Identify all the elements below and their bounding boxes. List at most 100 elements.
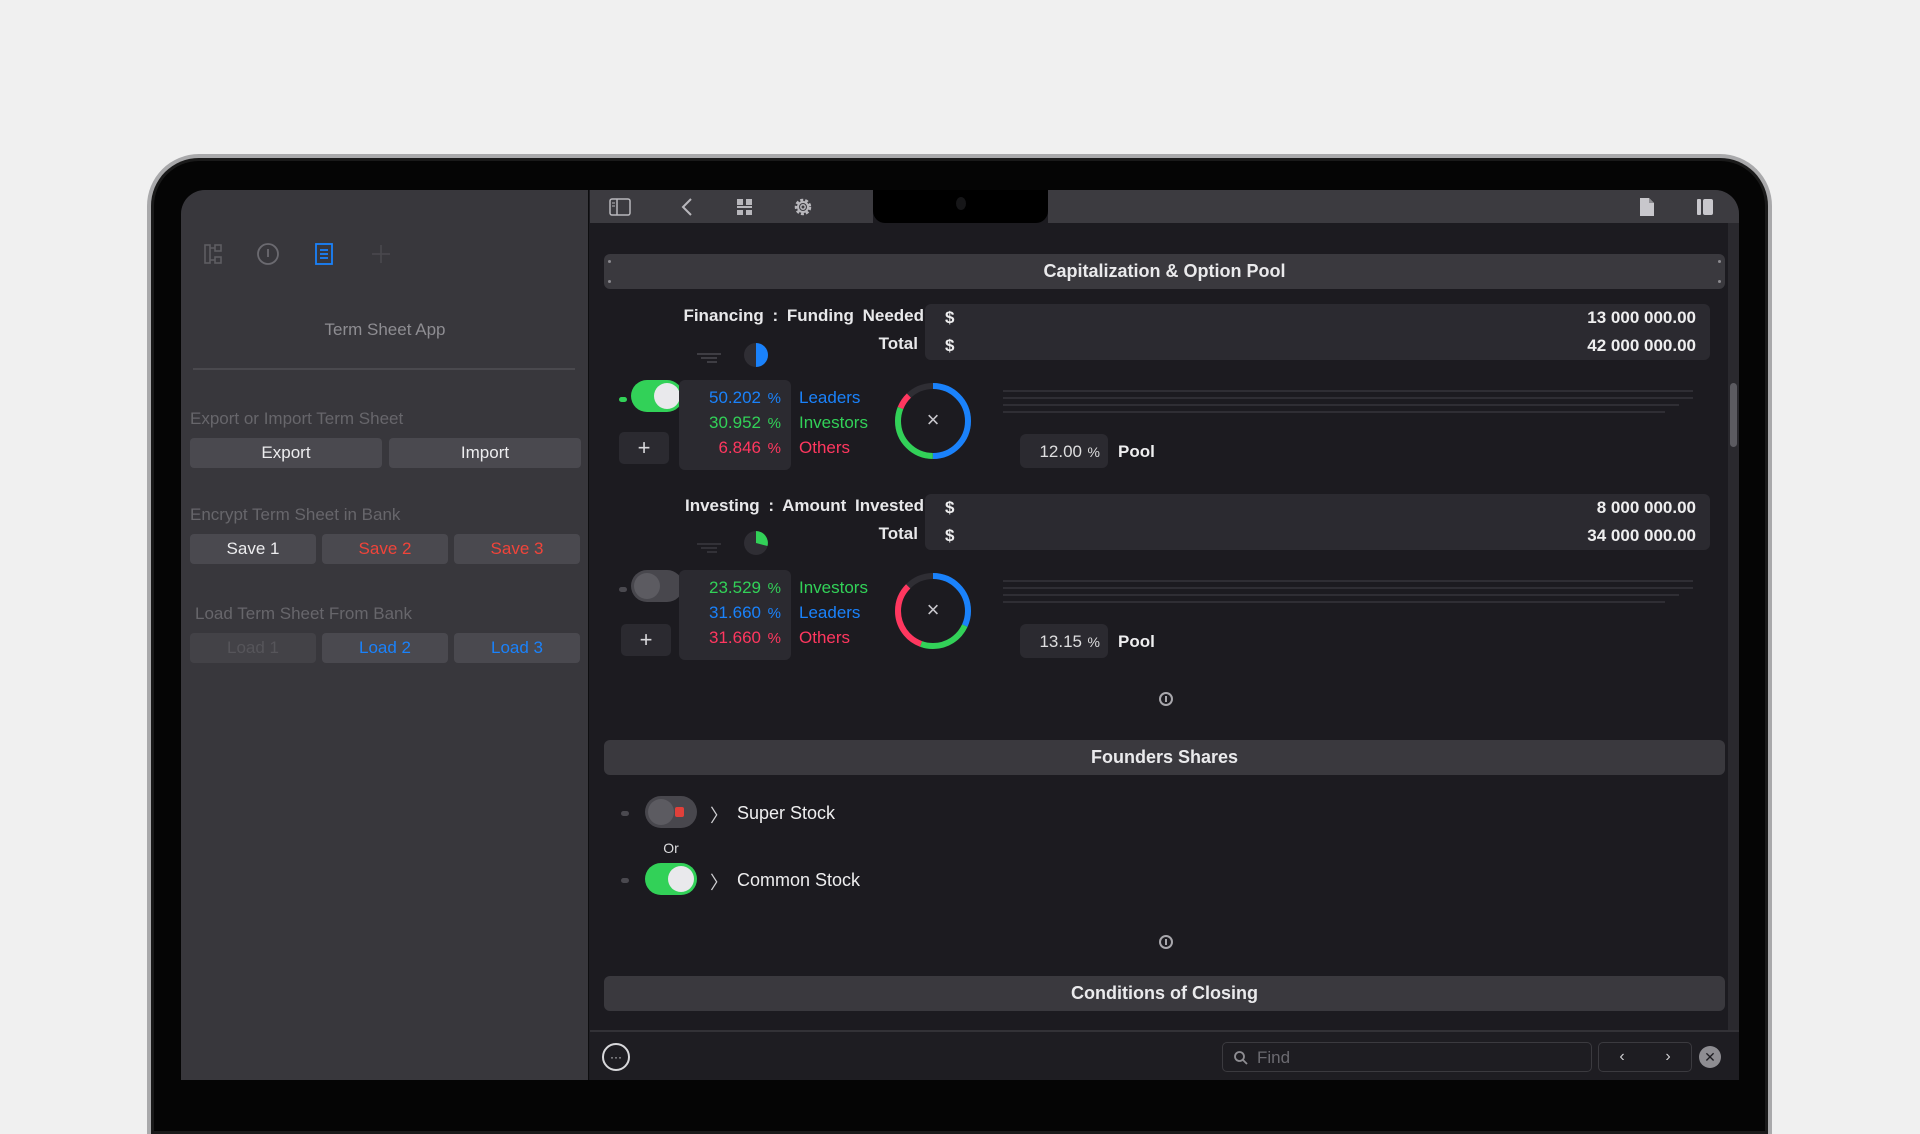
- chevron-right-icon[interactable]: 〉: [710, 802, 728, 828]
- capitalization-title: Capitalization & Option Pool: [1043, 261, 1286, 281]
- pool-value: 12.00: [1039, 442, 1082, 461]
- toggle-knob: [654, 383, 680, 409]
- super-stock-toggle[interactable]: [645, 796, 697, 828]
- split-others-label: Others: [799, 628, 851, 647]
- split-investors-value[interactable]: 30.952%: [709, 413, 781, 437]
- founders-header[interactable]: Founders Shares: [604, 740, 1725, 775]
- financing-total-row: $ 42 000 000.00: [925, 332, 1710, 360]
- closing-title: Conditions of Closing: [1071, 983, 1258, 1003]
- toolbar-left: [590, 190, 873, 223]
- gear-icon[interactable]: [791, 195, 815, 219]
- warning-indicator: [675, 807, 684, 817]
- app-title: Term Sheet App: [324, 320, 446, 339]
- investing-pool-input[interactable]: 13.15 %: [1020, 624, 1108, 658]
- document-icon[interactable]: [312, 242, 336, 266]
- financing-add-button[interactable]: +: [619, 432, 669, 464]
- load-2-button[interactable]: Load 2: [322, 633, 448, 663]
- grid-icon[interactable]: [733, 195, 757, 219]
- clear-icon[interactable]: ×: [923, 597, 943, 622]
- info-icon[interactable]: [1159, 692, 1173, 706]
- sort-lines-icon[interactable]: [697, 350, 721, 368]
- investing-add-button[interactable]: +: [621, 624, 671, 656]
- save-1-button[interactable]: Save 1: [190, 534, 316, 564]
- common-stock-label[interactable]: Common Stock: [737, 870, 860, 891]
- encrypt-label: Encrypt Term Sheet in Bank: [190, 505, 401, 524]
- info-icon[interactable]: [256, 242, 280, 266]
- load-3-button[interactable]: Load 3: [454, 633, 580, 663]
- pool-percent: %: [1087, 444, 1100, 460]
- plus-icon[interactable]: [369, 242, 393, 266]
- camera: [956, 197, 966, 210]
- financing-donut[interactable]: ×: [893, 381, 973, 466]
- status-dot: [621, 878, 629, 883]
- financing-total-value: 42 000 000.00: [1587, 336, 1696, 355]
- funding-needed-row[interactable]: $ 13 000 000.00: [925, 304, 1710, 332]
- status-dot: [621, 811, 629, 816]
- funding-needed-value[interactable]: 13 000 000.00: [1587, 308, 1696, 328]
- amount-invested-row[interactable]: $ 8 000 000.00: [925, 494, 1710, 522]
- sidebar: Term Sheet App Export or Import Term She…: [181, 190, 589, 1080]
- scrollbar-thumb[interactable]: [1730, 383, 1737, 447]
- info-icon[interactable]: [1159, 935, 1173, 949]
- save-3-button[interactable]: Save 3: [454, 534, 580, 564]
- or-label: Or: [663, 840, 679, 856]
- split-investors-value[interactable]: 23.529%: [709, 578, 781, 602]
- toggle-knob: [634, 573, 660, 599]
- capitalization-header[interactable]: Capitalization & Option Pool: [604, 254, 1725, 289]
- split-investors-label: Investors: [799, 578, 868, 597]
- resize-handle-dot: [1718, 280, 1721, 283]
- placeholder-lines: [1003, 580, 1693, 606]
- sidebar-toggle-icon[interactable]: [608, 195, 632, 219]
- find-previous-button[interactable]: ‹: [1607, 1046, 1637, 1068]
- pool-label: Pool: [1118, 442, 1155, 461]
- load-1-button[interactable]: Load 1: [190, 633, 316, 663]
- investing-donut[interactable]: ×: [893, 571, 973, 656]
- pool-value: 13.15: [1039, 632, 1082, 651]
- chevron-right-icon[interactable]: 〉: [710, 869, 728, 895]
- common-stock-toggle[interactable]: [645, 863, 697, 895]
- investing-toggle[interactable]: [631, 570, 683, 602]
- split-leaders-label: Leaders: [799, 603, 861, 622]
- closing-header[interactable]: Conditions of Closing: [604, 976, 1725, 1011]
- clear-icon[interactable]: ×: [923, 407, 943, 432]
- super-stock-label[interactable]: Super Stock: [737, 803, 835, 824]
- status-dot: [619, 397, 627, 402]
- resize-handle-dot: [1718, 260, 1721, 263]
- find-bar: ··· Find ‹ › ✕: [590, 1030, 1739, 1080]
- toolbar-right: [1048, 190, 1739, 223]
- export-button[interactable]: Export: [190, 438, 382, 468]
- save-2-button[interactable]: Save 2: [322, 534, 448, 564]
- inspector-icon[interactable]: [1693, 195, 1717, 219]
- back-chevron-icon[interactable]: [675, 195, 699, 219]
- financing-amount-box[interactable]: $ 13 000 000.00 $ 42 000 000.00: [925, 304, 1710, 360]
- find-input[interactable]: Find: [1222, 1042, 1592, 1072]
- search-icon: [1234, 1051, 1248, 1065]
- split-leaders-label: Leaders: [799, 388, 861, 407]
- hierarchy-icon[interactable]: [201, 242, 225, 266]
- scrollbar[interactable]: [1728, 223, 1739, 1030]
- amount-invested-value[interactable]: 8 000 000.00: [1597, 498, 1696, 518]
- sort-lines-icon[interactable]: [697, 540, 721, 558]
- split-leaders-value[interactable]: 31.660%: [709, 603, 781, 627]
- investing-label: Investing : Amount Invested: [684, 496, 924, 515]
- find-close-button[interactable]: ✕: [1699, 1046, 1721, 1068]
- pie-icon: [743, 530, 769, 561]
- placeholder-lines: [1003, 390, 1693, 416]
- split-others-value[interactable]: 31.660%: [709, 628, 781, 652]
- investing-amount-box[interactable]: $ 8 000 000.00 $ 34 000 000.00: [925, 494, 1710, 550]
- pool-percent: %: [1087, 634, 1100, 650]
- currency-symbol: $: [945, 308, 955, 327]
- camera-notch: [873, 190, 1048, 223]
- financing-pool-input[interactable]: 12.00 %: [1020, 434, 1108, 468]
- split-leaders-value[interactable]: 50.202%: [709, 388, 781, 412]
- sidebar-divider: [193, 368, 575, 370]
- split-others-value[interactable]: 6.846%: [718, 438, 781, 462]
- document-icon[interactable]: [1635, 195, 1659, 219]
- financing-total-label: Total: [878, 334, 918, 353]
- import-button[interactable]: Import: [389, 438, 581, 468]
- more-options-button[interactable]: ···: [602, 1043, 630, 1071]
- financing-toggle[interactable]: [631, 380, 683, 412]
- find-next-button[interactable]: ›: [1653, 1046, 1683, 1068]
- investing-total-row: $ 34 000 000.00: [925, 522, 1710, 550]
- currency-symbol: $: [945, 526, 955, 545]
